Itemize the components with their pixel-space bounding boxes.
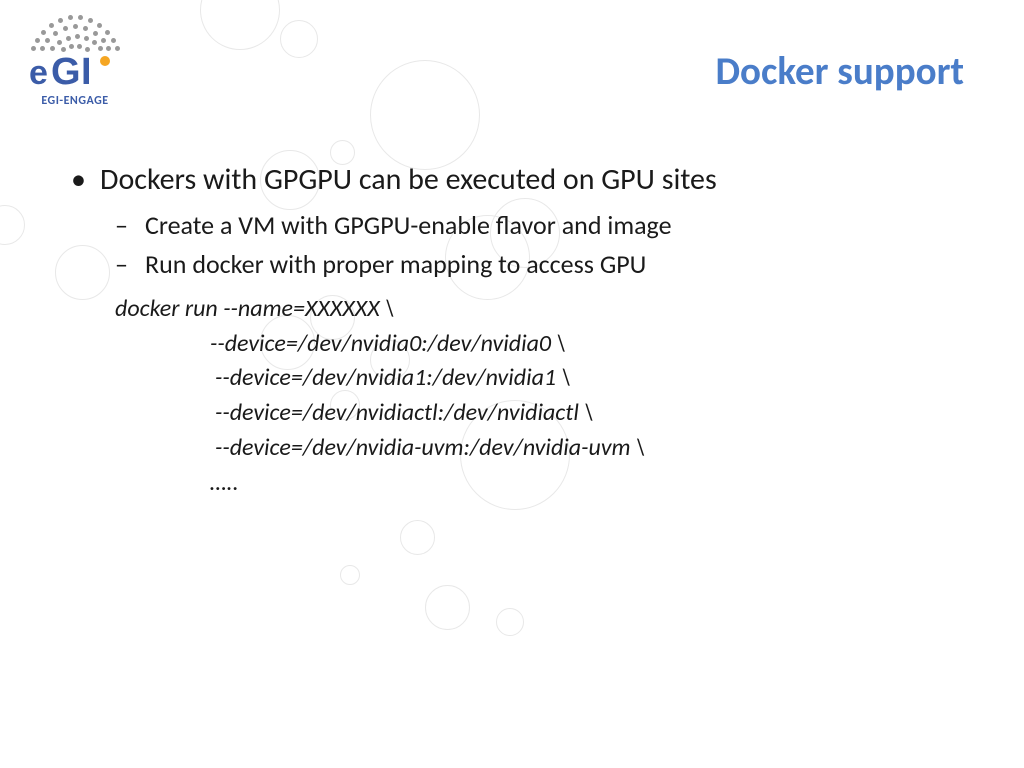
svg-text:G: G	[51, 54, 80, 92]
bullet-level1: Dockers with GPGPU can be executed on GP…	[65, 160, 964, 201]
code-line: …..	[115, 466, 964, 501]
bg-circle	[425, 585, 470, 630]
slide-title: Docker support	[715, 48, 964, 95]
svg-text:e: e	[29, 54, 47, 92]
code-line: --device=/dev/nvidia1:/dev/nvidia1 \	[115, 361, 964, 396]
logo-dots-icon	[25, 10, 125, 52]
code-line: --device=/dev/nvidiactl:/dev/nvidiactl \	[115, 396, 964, 431]
bg-circle	[340, 565, 360, 585]
bg-circle	[370, 60, 480, 170]
logo-subtitle: EGI-ENGAGE	[25, 94, 125, 108]
bullet-level2: Create a VM with GPGPU-enable flavor and…	[115, 207, 964, 245]
bg-circle	[200, 0, 280, 50]
slide-content: Dockers with GPGPU can be executed on GP…	[65, 160, 964, 501]
logo: e G I EGI-ENGAGE	[25, 10, 125, 108]
code-line: docker run --name=XXXXXX \	[115, 292, 964, 327]
code-block: docker run --name=XXXXXX \ --device=/dev…	[115, 292, 964, 501]
bg-circle	[400, 520, 435, 555]
bullet-level2: Run docker with proper mapping to access…	[115, 246, 964, 284]
logo-text-icon: e G I	[27, 54, 123, 92]
code-line: --device=/dev/nvidia0:/dev/nvidia0 \	[115, 327, 964, 362]
svg-text:I: I	[81, 54, 92, 92]
code-line: --device=/dev/nvidia-uvm:/dev/nvidia-uvm…	[115, 431, 964, 466]
bg-circle	[280, 20, 318, 58]
bg-circle	[496, 608, 524, 636]
bg-circle	[0, 205, 25, 245]
